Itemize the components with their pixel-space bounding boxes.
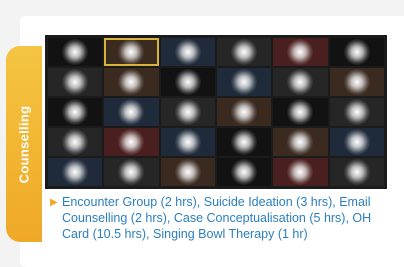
video-tile <box>104 158 159 186</box>
video-tile <box>104 128 159 156</box>
video-tile <box>104 98 159 126</box>
video-tile <box>273 128 328 156</box>
side-tab-label-wrapper: Counselling <box>6 46 42 242</box>
video-tile <box>273 38 328 66</box>
caption-row: ▶ Encounter Group (2 hrs), Suicide Ideat… <box>50 194 400 242</box>
video-tile <box>48 128 103 156</box>
video-tile <box>216 128 272 156</box>
video-tile-active <box>104 38 159 66</box>
video-tile <box>329 38 384 66</box>
video-tile <box>160 158 215 186</box>
video-tile <box>160 38 215 66</box>
video-tile <box>216 38 272 66</box>
video-tile <box>216 68 272 96</box>
video-tile <box>160 68 215 96</box>
video-tile <box>329 128 384 156</box>
video-tile <box>160 128 215 156</box>
video-tile <box>160 98 215 126</box>
video-tile <box>216 158 272 186</box>
triangle-bullet-icon: ▶ <box>50 197 58 208</box>
video-tile <box>48 38 103 66</box>
video-tile <box>273 158 328 186</box>
video-tile <box>104 68 159 96</box>
caption-text: Encounter Group (2 hrs), Suicide Ideatio… <box>62 195 372 241</box>
side-tab-label: Counselling <box>16 105 32 183</box>
video-call-grid <box>45 35 387 189</box>
video-tile <box>273 98 328 126</box>
video-tile <box>48 98 103 126</box>
video-tile <box>48 158 103 186</box>
video-tile <box>273 68 328 96</box>
video-tile <box>48 68 103 96</box>
video-tile <box>329 158 384 186</box>
video-tile <box>329 68 384 96</box>
video-tile <box>216 98 272 126</box>
video-tile <box>329 98 384 126</box>
